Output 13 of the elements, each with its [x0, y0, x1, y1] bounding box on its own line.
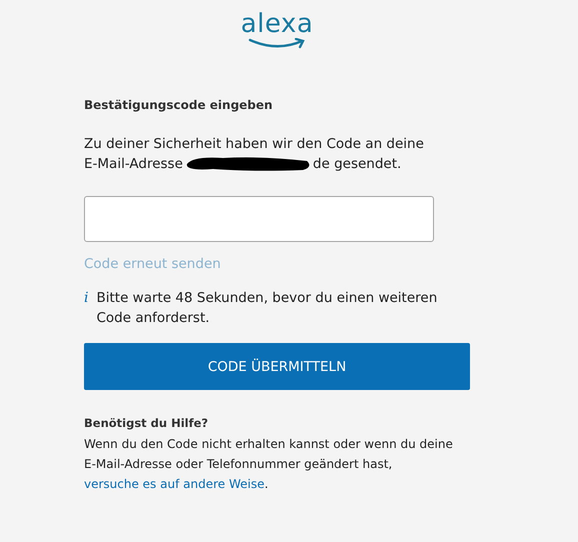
message-text: E-Mail-Adresse [84, 155, 183, 174]
code-input-field[interactable] [84, 196, 434, 242]
message-text: de gesendet. [312, 155, 402, 174]
submit-code-button[interactable]: CODE ÜBERMITTELN [84, 343, 470, 390]
notice-text: Bitte warte 48 Sekunden, bevor du einen weiteren Code anforderst. [96, 289, 438, 328]
help-text: Wenn du den Code nicht erhalten kannst oder wenn du deine E-Mail-Adresse oder Telefonnummer geändert hast, versuche es auf andere Weise. [84, 436, 454, 493]
alternative-link[interactable]: versuche es auf andere Weise [84, 477, 264, 491]
logo-text: alexa [240, 10, 314, 38]
message-text: Zu deiner Sicherheit haben wir den Code an deine [84, 135, 425, 154]
info-icon: i [84, 288, 88, 328]
heading: Bestätigungscode eingeben [84, 98, 274, 112]
smile-arrow-icon [248, 38, 306, 50]
help-title: Benötigst du Hilfe? [84, 416, 210, 430]
